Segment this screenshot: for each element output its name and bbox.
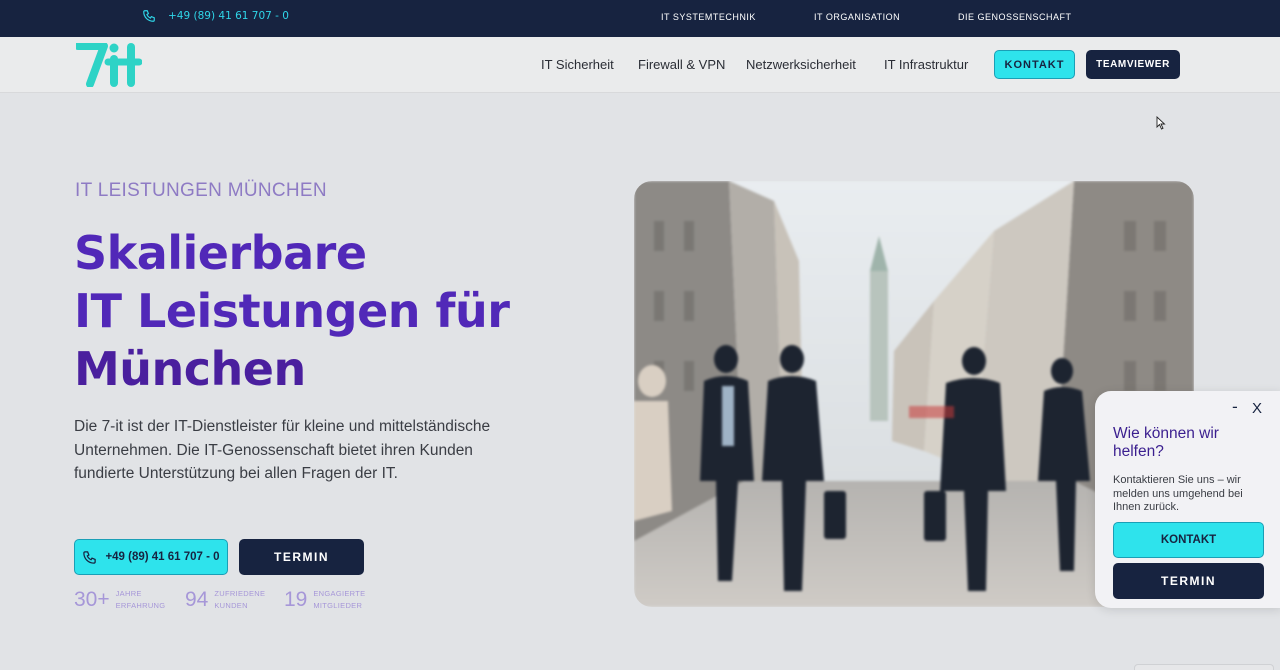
teamviewer-button[interactable]: TEAMVIEWER — [1086, 50, 1180, 79]
bottom-widget-tab[interactable] — [1134, 664, 1274, 670]
hero-eyebrow: IT LEISTUNGEN MÜNCHEN — [75, 180, 327, 201]
nav-it-sicherheit[interactable]: IT Sicherheit — [541, 57, 614, 72]
topbar-phone-text: +49 (89) 41 61 707 - 0 — [168, 10, 289, 22]
chat-close-button[interactable]: X — [1252, 400, 1262, 417]
logo-icon[interactable] — [76, 43, 142, 87]
hero-description: Die 7-it ist der IT-Dienstleister für kl… — [74, 418, 491, 482]
nav-firewall-vpn[interactable]: Firewall & VPN — [638, 57, 725, 72]
topnav-it-systemtechnik[interactable]: IT SYSTEMTECHNIK — [661, 12, 756, 22]
phone-icon — [143, 10, 155, 22]
hero-phone-text: +49 (89) 41 61 707 - 0 — [105, 551, 220, 563]
chat-title: Wie können wir helfen? — [1113, 425, 1219, 460]
chat-kontakt-button[interactable]: KONTAKT — [1113, 522, 1264, 558]
cursor-icon — [1156, 116, 1166, 130]
topbar-phone-link[interactable]: +49 (89) 41 61 707 - 0 — [142, 9, 289, 23]
nav-netzwerksicherheit[interactable]: Netzwerksicherheit — [746, 57, 856, 72]
chat-minimize-button[interactable]: - — [1232, 397, 1238, 416]
stat-mitglieder: 19 ENGAGIERTE MITGLIEDER — [284, 588, 369, 612]
stat-value: 94 — [185, 588, 209, 611]
hero-title: Skalierbare IT Leistungen für München — [74, 224, 594, 398]
phone-icon — [83, 550, 97, 564]
top-bar: +49 (89) 41 61 707 - 0 IT SYSTEMTECHNIK … — [0, 0, 1280, 37]
topnav-it-organisation[interactable]: IT ORGANISATION — [814, 12, 900, 22]
topnav-die-genossenschaft[interactable]: DIE GENOSSENSCHAFT — [958, 12, 1072, 22]
kontakt-button[interactable]: KONTAKT — [994, 50, 1075, 79]
stat-jahre: 30+ JAHRE ERFAHRUNG — [74, 588, 168, 612]
chat-widget: - X Wie können wir helfen? Kontaktieren … — [1095, 391, 1280, 608]
chat-text: Kontaktieren Sie uns – wir melden uns um… — [1113, 474, 1243, 513]
nav-it-infrastruktur[interactable]: IT Infrastruktur — [884, 57, 968, 72]
stat-value: 30+ — [74, 588, 110, 611]
hero-phone-button[interactable]: +49 (89) 41 61 707 - 0 — [74, 539, 228, 575]
stat-value: 19 — [284, 588, 308, 611]
hero-termin-button[interactable]: TERMIN — [239, 539, 364, 575]
stat-label: JAHRE ERFAHRUNG — [115, 589, 166, 610]
stat-kunden: 94 ZUFRIEDENE KUNDEN — [185, 588, 268, 612]
stat-label: ZUFRIEDENE KUNDEN — [214, 589, 266, 610]
main-header: IT Sicherheit Firewall & VPN Netzwerksic… — [0, 37, 1280, 93]
chat-termin-button[interactable]: TERMIN — [1113, 563, 1264, 599]
hero-title-line-3: München — [74, 342, 306, 396]
stat-label: ENGAGIERTE MITGLIEDER — [313, 589, 366, 610]
hero-title-line-1: Skalierbare — [74, 226, 367, 280]
hero-title-line-2: IT Leistungen für — [74, 284, 510, 338]
